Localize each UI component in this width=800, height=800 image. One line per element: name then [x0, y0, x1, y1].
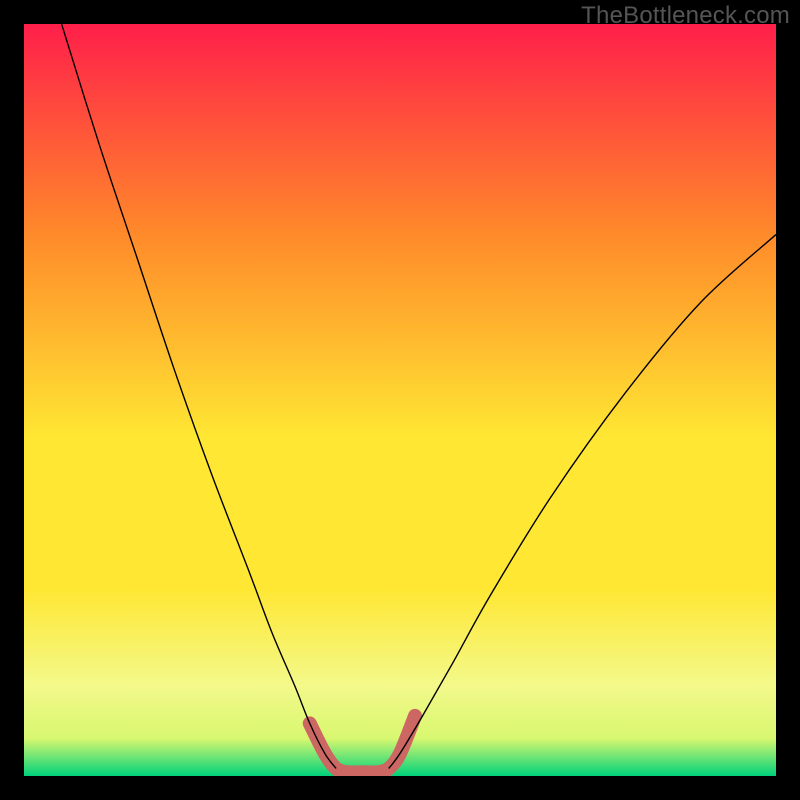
watermark: TheBottleneck.com	[581, 2, 790, 30]
plot-area	[24, 24, 776, 776]
chart-svg	[24, 24, 776, 776]
gradient-background	[24, 24, 776, 776]
chart-frame: TheBottleneck.com	[0, 0, 800, 800]
